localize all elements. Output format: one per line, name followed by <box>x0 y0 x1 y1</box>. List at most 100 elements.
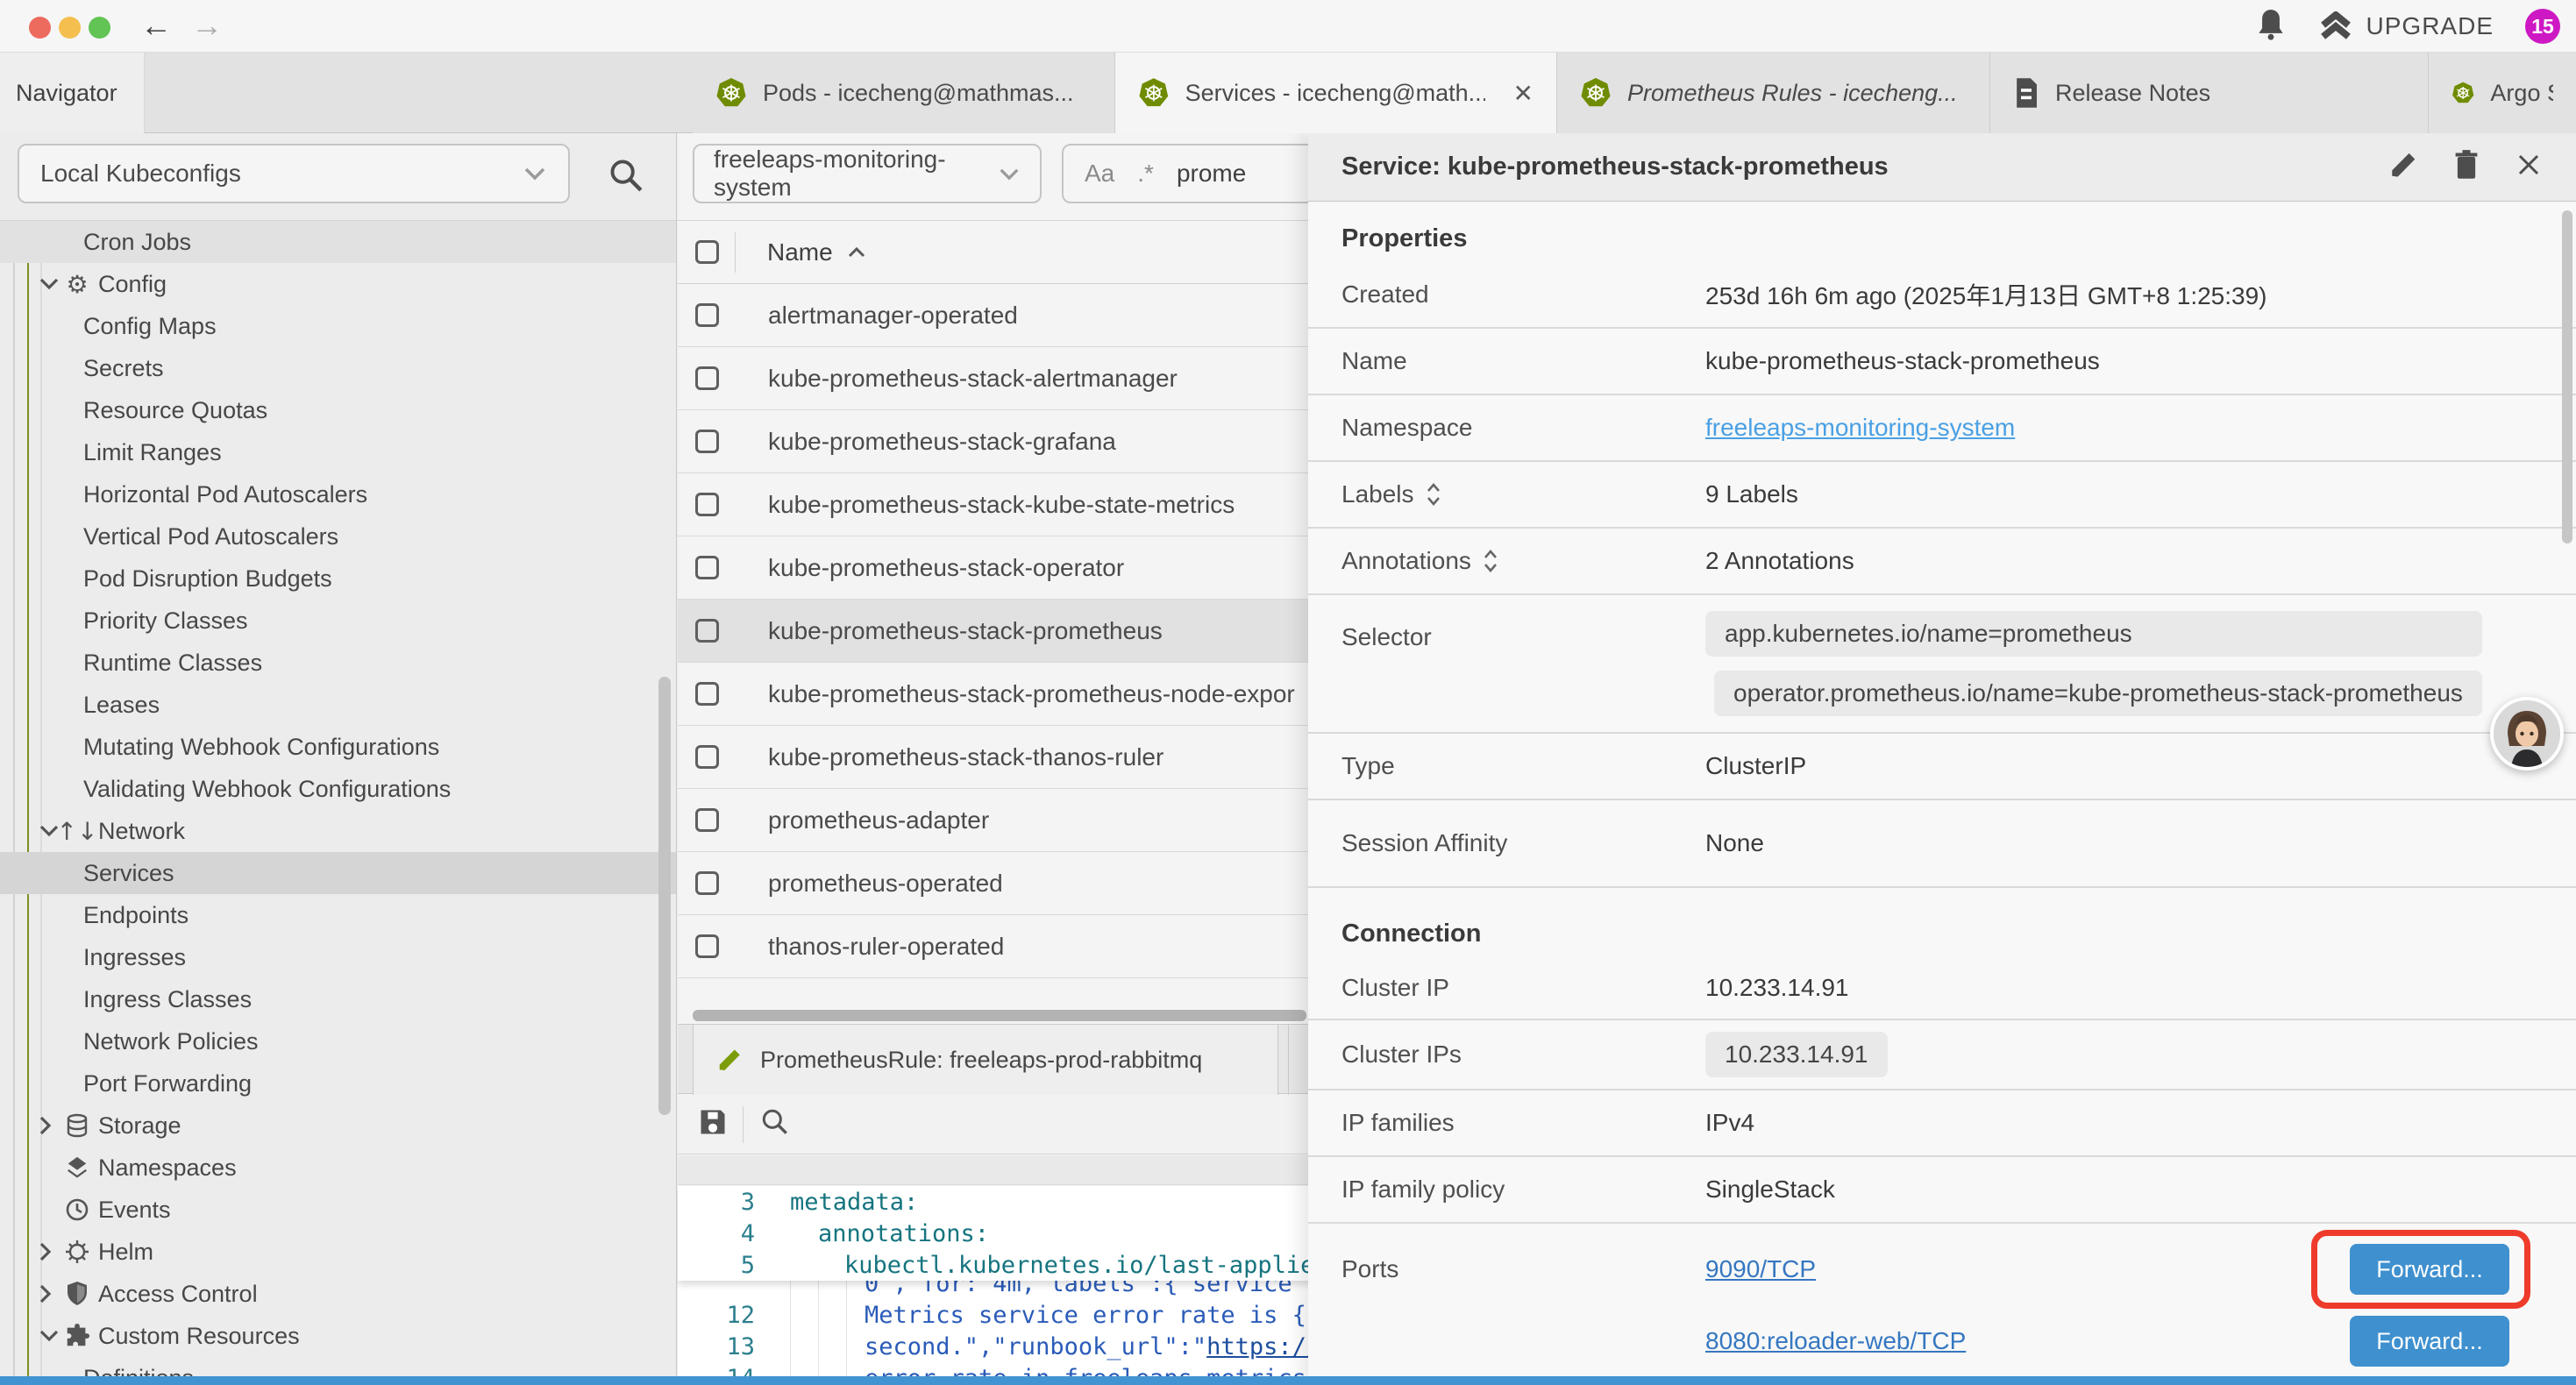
forward-button[interactable]: Forward... <box>2350 1244 2509 1295</box>
created-value: 253d 16h 6m ago (2025年1月13日 GMT+8 1:25:3… <box>1705 277 2267 312</box>
sidebar-item-secrets[interactable]: Secrets <box>0 347 676 389</box>
kubernetes-icon <box>1580 77 1612 109</box>
match-case-toggle[interactable]: Aa <box>1085 160 1114 188</box>
sidebar-item-mutating-webhook-configurations[interactable]: Mutating Webhook Configurations <box>0 726 676 768</box>
user-avatar[interactable] <box>2490 697 2564 771</box>
sidebar-scrollbar[interactable] <box>658 677 671 1115</box>
row-checkbox[interactable] <box>695 871 719 895</box>
sidebar-item-custom-resources[interactable]: Custom Resources <box>0 1315 676 1357</box>
sidebar-item-services[interactable]: Services <box>0 852 676 894</box>
annotations-count[interactable]: 2 Annotations <box>1705 547 1854 575</box>
detail-row-ports: Ports 9090/TCP Forward... 8080:reloader-… <box>1308 1224 2576 1385</box>
puzzle-icon <box>63 1323 91 1349</box>
chevron-right-icon <box>39 1241 53 1262</box>
sidebar-item-runtime-classes[interactable]: Runtime Classes <box>0 642 676 684</box>
horizontal-scrollbar[interactable] <box>693 1010 1306 1021</box>
port-link[interactable]: 9090/TCP <box>1705 1255 1816 1283</box>
detail-row-cluster-ips: Cluster IPs 10.233.14.91 <box>1308 1020 2576 1090</box>
tab-argo[interactable]: Argo Se <box>2429 53 2576 133</box>
upgrade-button[interactable]: UPGRADE <box>2317 11 2494 41</box>
back-arrow-icon[interactable]: ← <box>140 7 172 44</box>
cluster-ips-chip: 10.233.14.91 <box>1705 1032 1888 1077</box>
code-line: second.","runbook_url":"https://net <box>755 1333 1363 1360</box>
sidebar-item-port-forwarding[interactable]: Port Forwarding <box>0 1062 676 1104</box>
row-checkbox[interactable] <box>695 303 719 327</box>
expand-collapse-icon[interactable] <box>1484 549 1498 573</box>
sidebar-item-events[interactable]: Events <box>0 1189 676 1231</box>
row-checkbox[interactable] <box>695 934 719 958</box>
sidebar-item-storage[interactable]: Storage <box>0 1104 676 1147</box>
sidebar-item-endpoints[interactable]: Endpoints <box>0 894 676 936</box>
sidebar-item-vertical-pod-autoscalers[interactable]: Vertical Pod Autoscalers <box>0 515 676 558</box>
tab-label: Argo Se <box>2490 80 2553 107</box>
save-icon[interactable] <box>697 1106 729 1142</box>
pencil-icon <box>716 1047 743 1073</box>
window-minimize-button[interactable] <box>59 17 81 39</box>
selector-chip: app.kubernetes.io/name=prometheus <box>1705 611 2482 657</box>
sidebar-item-config[interactable]: ⚙ Config <box>0 263 676 305</box>
edit-pencil-icon[interactable] <box>2388 150 2418 184</box>
tab-close-icon[interactable]: ✕ <box>1513 79 1534 108</box>
detail-row-namespace: Namespace freeleaps-monitoring-system <box>1308 395 2576 462</box>
sidebar-item-validating-webhook-configurations[interactable]: Validating Webhook Configurations <box>0 768 676 810</box>
close-icon[interactable] <box>2515 151 2543 183</box>
layers-icon <box>63 1155 91 1180</box>
forward-button[interactable]: Forward... <box>2350 1316 2509 1367</box>
port-entry: 9090/TCP Forward... <box>1705 1243 2551 1296</box>
regex-toggle[interactable]: .* <box>1137 160 1154 188</box>
labels-count[interactable]: 9 Labels <box>1705 480 1798 508</box>
sidebar-item-limit-ranges[interactable]: Limit Ranges <box>0 431 676 473</box>
chevron-right-icon <box>39 1283 53 1304</box>
sidebar-item-config-maps[interactable]: Config Maps <box>0 305 676 347</box>
sidebar-item-helm[interactable]: Helm <box>0 1231 676 1273</box>
sidebar-item-cron-jobs[interactable]: Cron Jobs <box>0 221 676 263</box>
detail-row-session-affinity: Session Affinity None <box>1308 800 2576 888</box>
sidebar-item-access-control[interactable]: Access Control <box>0 1273 676 1315</box>
row-checkbox[interactable] <box>695 430 719 453</box>
forward-arrow-icon[interactable]: → <box>191 7 223 44</box>
editor-search-icon[interactable] <box>759 1106 791 1142</box>
sidebar-item-horizontal-pod-autoscalers[interactable]: Horizontal Pod Autoscalers <box>0 473 676 515</box>
row-checkbox[interactable] <box>695 556 719 579</box>
window-maximize-button[interactable] <box>89 17 110 39</box>
namespace-link[interactable]: freeleaps-monitoring-system <box>1705 414 2015 442</box>
detail-scrollbar[interactable] <box>2562 210 2572 543</box>
delete-trash-icon[interactable] <box>2453 149 2480 185</box>
detail-body: Properties Created 253d 16h 6m ago (2025… <box>1308 202 2576 1385</box>
tab-label: Release Notes <box>2055 80 2210 107</box>
kubeconfig-select[interactable]: Local Kubeconfigs <box>18 144 570 203</box>
row-checkbox[interactable] <box>695 745 719 769</box>
sidebar-item-leases[interactable]: Leases <box>0 684 676 726</box>
port-link[interactable]: 8080:reloader-web/TCP <box>1705 1327 1966 1355</box>
window-close-button[interactable] <box>29 17 51 39</box>
row-checkbox[interactable] <box>695 682 719 706</box>
sidebar-item-resource-quotas[interactable]: Resource Quotas <box>0 389 676 431</box>
row-checkbox[interactable] <box>695 808 719 832</box>
expand-collapse-icon[interactable] <box>1427 482 1441 507</box>
sidebar-item-namespaces[interactable]: Namespaces <box>0 1147 676 1189</box>
tab-navigator[interactable]: Navigator <box>0 53 145 133</box>
dock-tab-prometheusrule[interactable]: PrometheusRule: freeleaps-prod-rabbitmq <box>693 1025 1278 1095</box>
tab-release-notes[interactable]: Release Notes <box>1990 53 2429 133</box>
tab-services[interactable]: Services - icecheng@math... ✕ <box>1115 53 1557 133</box>
gear-icon: ⚙ <box>63 270 91 299</box>
bell-icon[interactable] <box>2256 8 2286 46</box>
notification-badge[interactable]: 15 <box>2525 9 2560 44</box>
column-header-name[interactable]: Name <box>767 238 866 266</box>
sidebar-item-ingresses[interactable]: Ingresses <box>0 936 676 978</box>
sidebar-item-priority-classes[interactable]: Priority Classes <box>0 600 676 642</box>
sidebar-item-network[interactable]: ↑↓ Network <box>0 810 676 852</box>
select-all-checkbox[interactable] <box>695 240 719 264</box>
tab-prometheus-rules[interactable]: Prometheus Rules - icecheng... <box>1557 53 1990 133</box>
row-checkbox[interactable] <box>695 619 719 643</box>
sidebar-search-icon[interactable] <box>607 156 645 199</box>
row-checkbox[interactable] <box>695 493 719 516</box>
tab-pods[interactable]: Pods - icecheng@mathmas... <box>693 53 1115 133</box>
detail-title: Service: kube-prometheus-stack-prometheu… <box>1341 153 1889 181</box>
row-checkbox[interactable] <box>695 366 719 390</box>
sidebar-item-network-policies[interactable]: Network Policies <box>0 1020 676 1062</box>
namespace-select[interactable]: freeleaps-monitoring-system <box>693 144 1042 203</box>
sidebar-item-pod-disruption-budgets[interactable]: Pod Disruption Budgets <box>0 558 676 600</box>
sidebar-item-ingress-classes[interactable]: Ingress Classes <box>0 978 676 1020</box>
selector-chip: operator.prometheus.io/name=kube-prometh… <box>1714 671 2482 716</box>
